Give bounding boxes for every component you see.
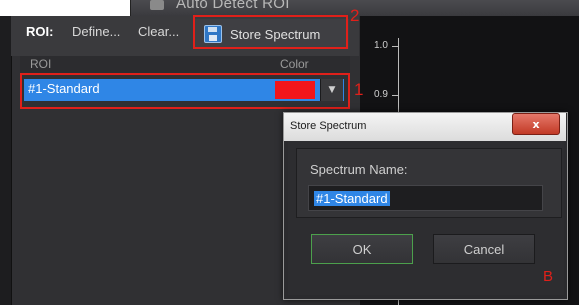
column-header-roi: ROI (30, 57, 52, 71)
y-tick (392, 95, 398, 96)
spectrum-name-label: Spectrum Name: (310, 162, 408, 177)
y-tick (392, 46, 398, 47)
auto-detect-icon (150, 0, 164, 10)
column-header-color: Color (280, 57, 309, 71)
dialog-title: Store Spectrum (290, 120, 367, 132)
close-button[interactable]: x (512, 113, 560, 135)
define-button[interactable]: Define... (72, 24, 120, 39)
y-tick-label: 1.0 (374, 40, 388, 51)
y-tick-label: 0.9 (374, 89, 388, 100)
annotation-box-2 (193, 15, 348, 49)
annotation-marker-2: 2 (350, 6, 360, 25)
clear-button[interactable]: Clear... (138, 24, 179, 39)
roi-toolbar-label: ROI: (26, 24, 54, 39)
annotation-box-1 (20, 73, 350, 109)
spectrum-name-value[interactable]: #1-Standard (314, 191, 390, 206)
cancel-button[interactable]: Cancel (433, 234, 535, 264)
menu-item-auto-detect-roi[interactable]: Auto Detect ROI (176, 0, 290, 12)
annotation-marker-1: 1 (354, 80, 364, 99)
close-icon: x (532, 117, 540, 131)
ok-button[interactable]: OK (311, 234, 413, 264)
annotation-marker-b: B (543, 268, 554, 285)
